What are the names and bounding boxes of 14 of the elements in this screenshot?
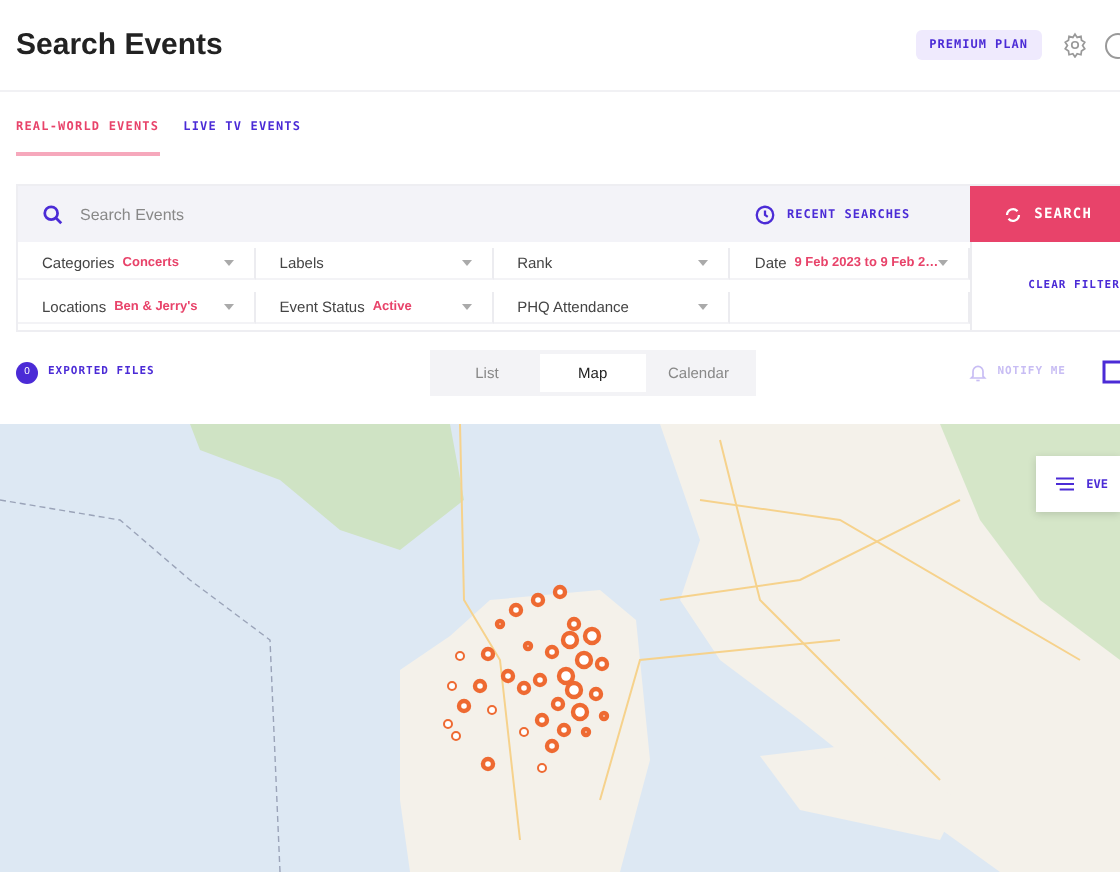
- clock-icon: [754, 203, 777, 225]
- caret-icon: [698, 260, 709, 266]
- caret-icon: [461, 260, 472, 266]
- caret-icon: [461, 304, 472, 310]
- refresh-icon: [1004, 205, 1023, 223]
- search-icon: [42, 203, 64, 225]
- caret-icon: [938, 260, 949, 266]
- page-title: Search Events: [16, 28, 223, 62]
- menu-icon: [1056, 476, 1075, 492]
- caret-icon: [698, 304, 709, 310]
- bell-icon: [967, 361, 988, 383]
- caret-icon: [223, 304, 234, 310]
- settings-icon[interactable]: [1062, 32, 1088, 58]
- caret-icon: [223, 260, 234, 266]
